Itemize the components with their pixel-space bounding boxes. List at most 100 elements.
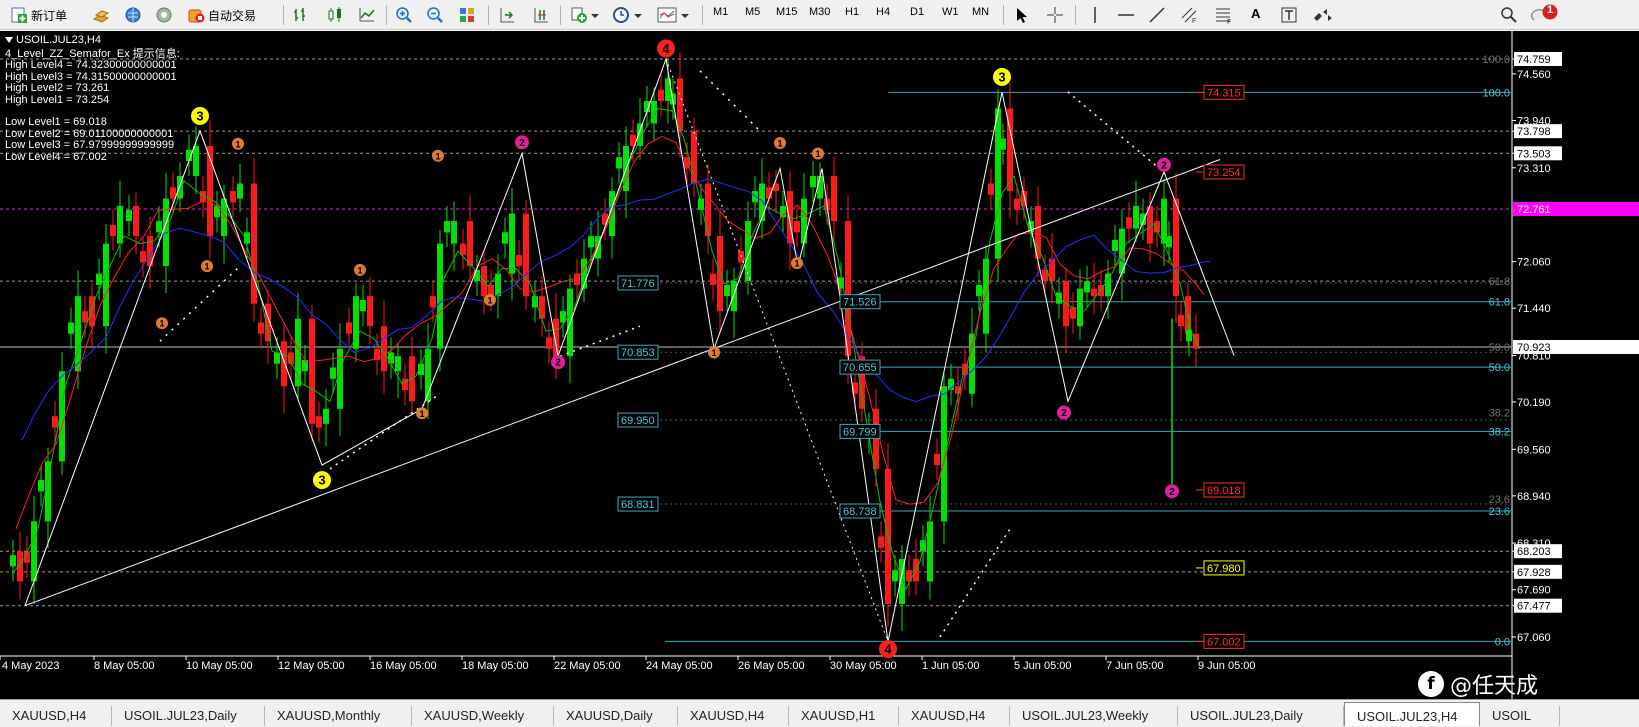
text-tool-button[interactable]: A: [1251, 6, 1260, 21]
globe-icon[interactable]: [124, 6, 142, 24]
price-chart[interactable]: 4 3 3 3 4 2 2 2 2 2 1 1 1 1 1 1 1 1 1 1 1 71.776 70.853 69.950 6…: [0, 31, 1639, 699]
tile-windows-icon[interactable]: [458, 6, 476, 24]
chart-tab[interactable]: USOIL.JUL23,H4: [1344, 702, 1480, 726]
candle-body: [892, 570, 898, 582]
notification-icon[interactable]: 1: [1530, 4, 1560, 22]
candle-body: [509, 213, 515, 274]
timeframe-m5-button[interactable]: M5: [745, 6, 760, 18]
zoom-out-icon[interactable]: [426, 6, 444, 24]
semafor-level-2-mark: 2: [1157, 157, 1171, 172]
fibonacci-icon[interactable]: F: [1214, 6, 1232, 26]
zoom-in-icon[interactable]: [395, 6, 413, 24]
indicator-level-line: High Level2 = 73.261: [5, 82, 110, 95]
timeframe-m30-button[interactable]: M30: [809, 6, 830, 18]
chart-tab[interactable]: XAUUSD,H4: [0, 706, 112, 726]
chart-tab[interactable]: XAUUSD,Daily: [554, 706, 678, 726]
chart-tab[interactable]: USOIL.JUL23,Daily: [112, 706, 265, 726]
auto-trade-label: 自动交易: [208, 8, 257, 23]
candle: [1173, 173, 1179, 324]
horizontal-line-icon[interactable]: [1117, 6, 1135, 24]
time-axis-label: 4 May 2023: [2, 660, 59, 672]
cursor-icon[interactable]: [1013, 6, 1031, 24]
candle: [10, 540, 16, 582]
candle: [52, 401, 58, 443]
price-axis-label: 68.940: [1512, 491, 1551, 503]
candle: [381, 300, 387, 394]
timeframe-mn-button[interactable]: MN: [972, 6, 989, 18]
chart-tab[interactable]: XAUUSD,H4: [678, 706, 789, 726]
text-label-icon[interactable]: [1280, 6, 1298, 24]
timeframe-m1-button[interactable]: M1: [713, 6, 728, 18]
candle-body: [444, 221, 450, 233]
watermark: f @任天成: [1418, 668, 1538, 699]
candle: [110, 209, 116, 252]
price-axis-text: 67.060: [1517, 632, 1551, 644]
timeframe-d1-button[interactable]: D1: [910, 6, 924, 18]
svg-text:F: F: [1227, 19, 1231, 24]
candle-body: [381, 326, 387, 372]
chart-menu-triangle-icon[interactable]: [5, 37, 13, 44]
gold-bars-icon[interactable]: [92, 6, 110, 24]
timeframe-m15-button[interactable]: M15: [776, 6, 797, 18]
chart-tab[interactable]: XAUUSD,H4: [899, 706, 1010, 726]
chart-tab[interactable]: USOIL: [1480, 706, 1560, 726]
timeframe-h4-button[interactable]: H4: [876, 6, 890, 18]
indicator-level-line: Low Level2 = 69.01100000000001: [5, 127, 174, 140]
timeframe-h1-button[interactable]: H1: [845, 6, 859, 18]
semafor-level-1-mark: 1: [416, 407, 428, 420]
candle: [17, 531, 23, 600]
auto-trade-button[interactable]: 自动交易: [187, 4, 256, 26]
channel-icon[interactable]: F: [1180, 6, 1198, 25]
candle: [532, 281, 538, 323]
auto-scroll-icon[interactable]: [498, 6, 516, 24]
chart-tab[interactable]: XAUUSD,H1: [789, 706, 899, 726]
timeframe-w1-button[interactable]: W1: [942, 6, 959, 18]
candle-body: [82, 311, 88, 323]
vertical-line-icon[interactable]: [1086, 6, 1104, 24]
fib-percent-label: 23.6: [1489, 506, 1510, 518]
candle-body: [1112, 239, 1118, 252]
time-axis-label: 18 May 05:00: [462, 660, 529, 672]
candle-body: [1126, 217, 1132, 229]
candle: [274, 337, 280, 379]
chart-tab[interactable]: XAUUSD,Weekly: [412, 706, 554, 726]
candle-body: [316, 416, 322, 428]
candle-body: [1077, 288, 1083, 327]
chart-tab[interactable]: XAUUSD,Monthly: [265, 706, 412, 726]
candle: [502, 217, 508, 259]
indicators-icon[interactable]: [570, 6, 588, 24]
arrows-icon[interactable]: [1311, 6, 1332, 24]
chevron-down-icon[interactable]: [590, 6, 608, 24]
chart-tab[interactable]: USOIL.JUL23,Daily: [1178, 706, 1344, 726]
candle: [360, 284, 366, 327]
price-axis-text: 70.190: [1517, 397, 1551, 409]
radar-icon[interactable]: [155, 6, 173, 24]
projection-dotted-line: [159, 265, 241, 342]
candle-body: [133, 206, 139, 237]
candle: [794, 206, 800, 248]
candle: [1154, 206, 1160, 248]
semafor-level-1-mark: 1: [774, 137, 786, 150]
semafor-level-1-mark: 1: [812, 147, 824, 160]
new-order-button[interactable]: 新订单: [10, 4, 67, 26]
templates-icon[interactable]: [657, 6, 677, 24]
candle: [402, 363, 408, 406]
bar-chart-icon[interactable]: [292, 6, 310, 24]
search-icon[interactable]: [1500, 6, 1518, 24]
semafor-label: 3: [998, 69, 1005, 84]
trendline-icon[interactable]: [1148, 6, 1166, 24]
chart-shift-icon[interactable]: [532, 6, 550, 24]
candle-body: [460, 243, 466, 255]
line-chart-icon[interactable]: [358, 6, 376, 24]
price-axis-label: 70.810: [1512, 350, 1551, 362]
clock-icon[interactable]: [612, 6, 630, 24]
chevron-down-icon[interactable]: [680, 6, 698, 24]
fib-percent-label: 38.2: [1489, 426, 1510, 438]
chart-tab[interactable]: USOIL.JUL23,Weekly: [1010, 706, 1178, 726]
fib-label-text: 71.526: [843, 297, 877, 309]
price-axis-text: 67.928: [1517, 567, 1551, 579]
candlestick-icon[interactable]: [326, 6, 344, 24]
chevron-down-icon[interactable]: [633, 6, 651, 24]
semafor-level-2-mark: 2: [1165, 484, 1179, 499]
crosshair-icon[interactable]: [1046, 6, 1064, 24]
